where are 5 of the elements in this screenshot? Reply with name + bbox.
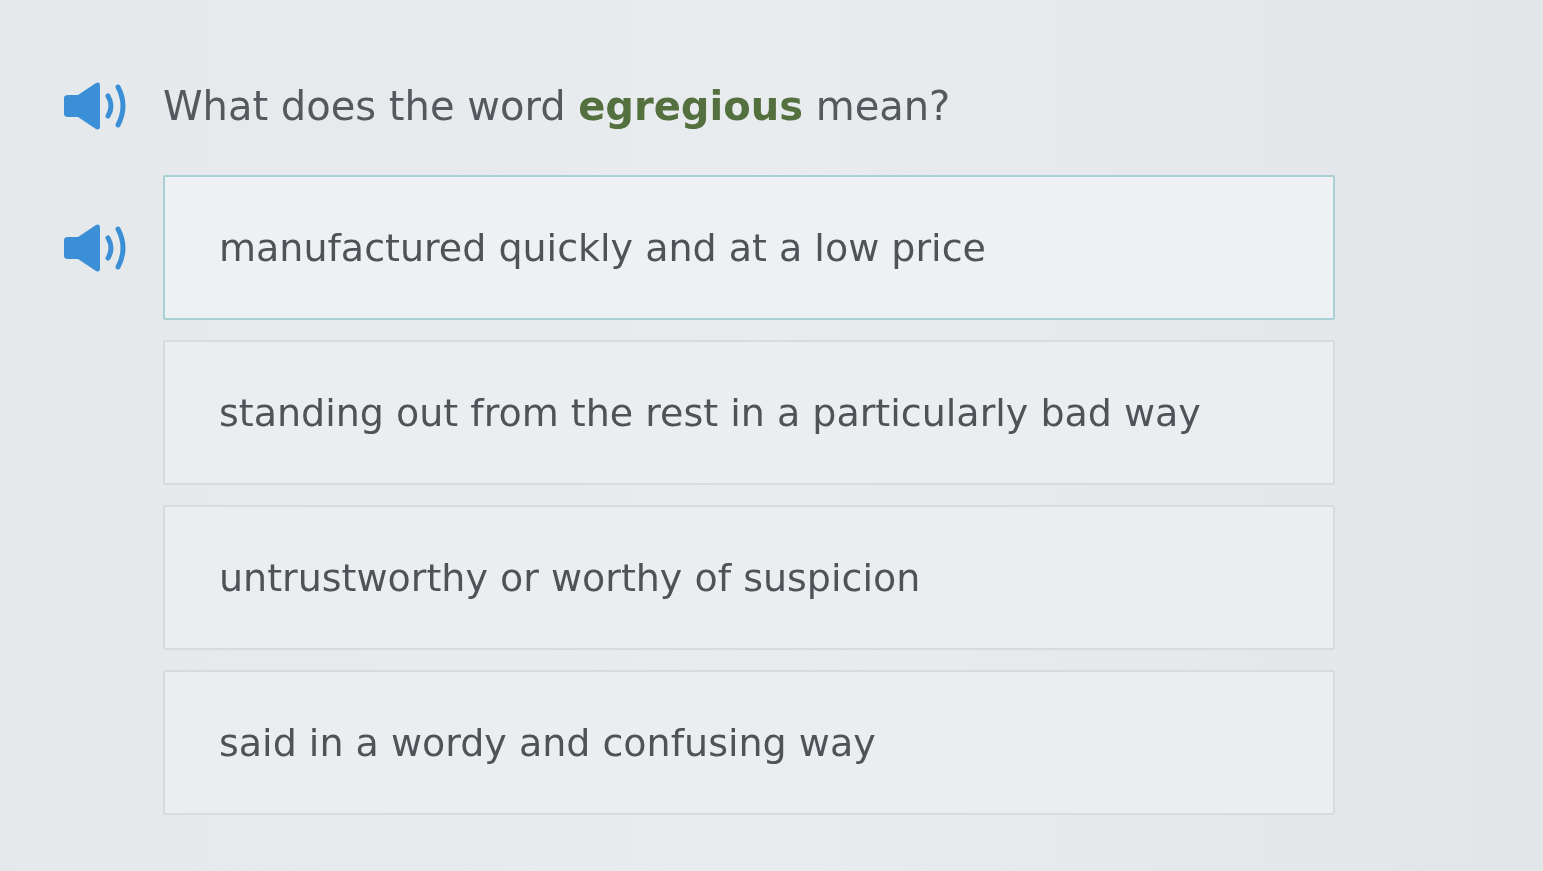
answer-option[interactable]: manufactured quickly and at a low price xyxy=(163,175,1335,320)
answer-option[interactable]: standing out from the rest in a particularly bad way xyxy=(163,340,1335,485)
question-text: What does the word egregious mean? xyxy=(163,83,951,129)
answer-option[interactable]: untrustworthy or worthy of suspicion xyxy=(163,505,1335,650)
answer-option[interactable]: said in a wordy and confusing way xyxy=(163,670,1335,815)
